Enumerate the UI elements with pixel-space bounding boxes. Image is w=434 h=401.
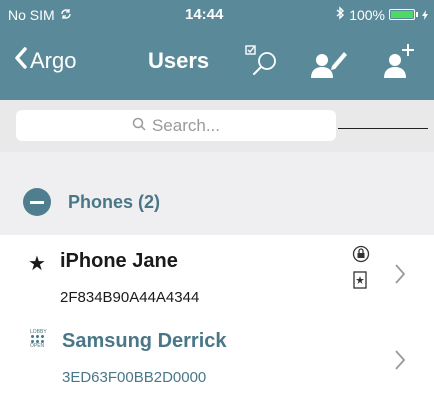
list-item[interactable]: LOBBY OPEN Samsung Derrick 3ED63F00BB2D0… (0, 319, 434, 401)
open-label: OPEN (30, 343, 45, 349)
search-input[interactable]: Search... (16, 110, 336, 141)
clock: 14:44 (185, 6, 224, 23)
user-search-button[interactable] (242, 40, 284, 82)
search-placeholder: Search... (151, 115, 221, 135)
star-icon: ★ (28, 253, 46, 275)
sync-icon (60, 7, 72, 23)
section-title: Phones (2) (68, 192, 161, 212)
annotation-line (338, 128, 428, 129)
phone-key-icon (353, 271, 367, 294)
list-item[interactable]: ★ iPhone Jane 2F834B90A44A4344 (0, 235, 434, 319)
lock-icon (352, 245, 370, 268)
chevron-right-icon (394, 349, 406, 378)
battery-percent: 100% (349, 6, 385, 23)
chevron-right-icon (394, 263, 406, 292)
add-user-button[interactable] (380, 40, 422, 82)
status-left: No SIM (8, 7, 72, 23)
device-name: iPhone Jane (60, 250, 178, 272)
chevron-left-icon (14, 47, 28, 75)
device-id: 2F834B90A44A4344 (60, 289, 200, 306)
device-id: 3ED63F00BB2D0000 (62, 369, 207, 386)
back-button[interactable]: Argo (14, 47, 76, 75)
battery-tip (416, 12, 418, 17)
collapse-icon[interactable] (23, 188, 51, 216)
page-title: Users (148, 48, 210, 73)
lobby-open-icon: LOBBY OPEN (30, 329, 54, 359)
status-bar: No SIM 14:44 100% (0, 0, 434, 30)
person-search-icon (242, 40, 284, 82)
search-bar: Search... (0, 100, 434, 152)
status-right: 100% (336, 6, 428, 23)
carrier-label: No SIM (8, 7, 55, 23)
section-header[interactable]: Phones (2) (0, 152, 434, 235)
device-name: Samsung Derrick (62, 330, 227, 352)
top-bar: No SIM 14:44 100% Argo Users (0, 0, 434, 100)
add-person-icon (380, 40, 422, 82)
search-icon (132, 116, 146, 136)
edit-person-icon (308, 40, 350, 82)
edit-user-button[interactable] (308, 40, 350, 82)
charging-icon (422, 7, 428, 23)
back-label: Argo (30, 48, 77, 73)
nav-bar: Argo Users (0, 34, 434, 94)
bluetooth-icon (336, 6, 345, 23)
battery-icon (389, 9, 415, 20)
